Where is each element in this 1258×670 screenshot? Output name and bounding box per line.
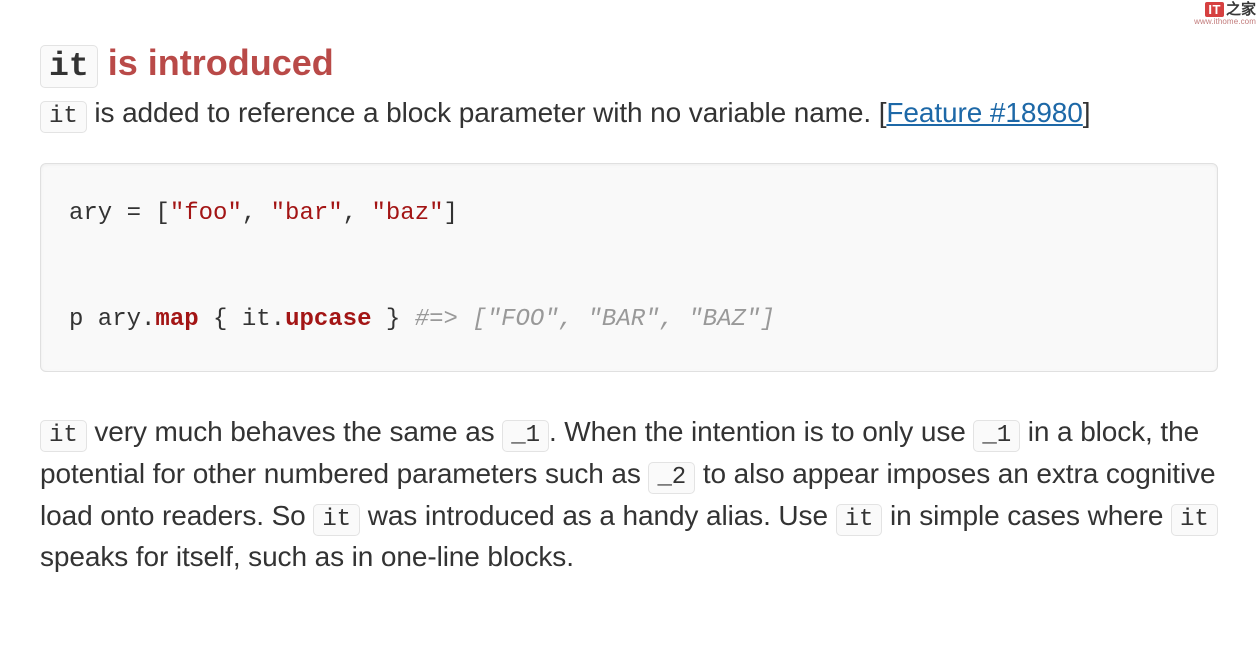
ic-it-2: it: [313, 504, 360, 536]
intro-text-2: ]: [1083, 97, 1091, 128]
code-line-1: ary = ["foo", "bar", "baz"]: [69, 200, 458, 227]
heading-text: is introduced: [98, 42, 334, 83]
inline-code-it: it: [40, 101, 87, 133]
ic-underscore-2: _2: [648, 462, 695, 494]
heading-code: it: [40, 45, 98, 88]
ic-it-1: it: [40, 420, 87, 452]
ic-it-3: it: [836, 504, 883, 536]
document-page: IT 之家 www.ithome.com it is introduced it…: [0, 0, 1258, 578]
watermark-url: www.ithome.com: [1194, 18, 1256, 26]
explanation-paragraph: it very much behaves the same as _1. Whe…: [40, 412, 1218, 578]
ic-underscore-1b: _1: [973, 420, 1020, 452]
feature-link[interactable]: Feature #18980: [886, 97, 1082, 128]
logo-it-badge: IT: [1205, 2, 1224, 17]
ic-underscore-1a: _1: [502, 420, 549, 452]
ic-it-4: it: [1171, 504, 1218, 536]
logo: IT 之家: [1205, 2, 1256, 17]
source-watermark: IT 之家 www.ithome.com: [1194, 2, 1256, 26]
intro-text-1: is added to reference a block parameter …: [87, 97, 887, 128]
section-heading: it is introduced: [40, 40, 1218, 87]
intro-paragraph: it is added to reference a block paramet…: [40, 93, 1218, 135]
logo-glyph: 之家: [1226, 2, 1256, 17]
code-line-2: p ary.map { it.upcase } #=> ["FOO", "BAR…: [69, 306, 775, 333]
code-example: ary = ["foo", "bar", "baz"] p ary.map { …: [40, 163, 1218, 371]
